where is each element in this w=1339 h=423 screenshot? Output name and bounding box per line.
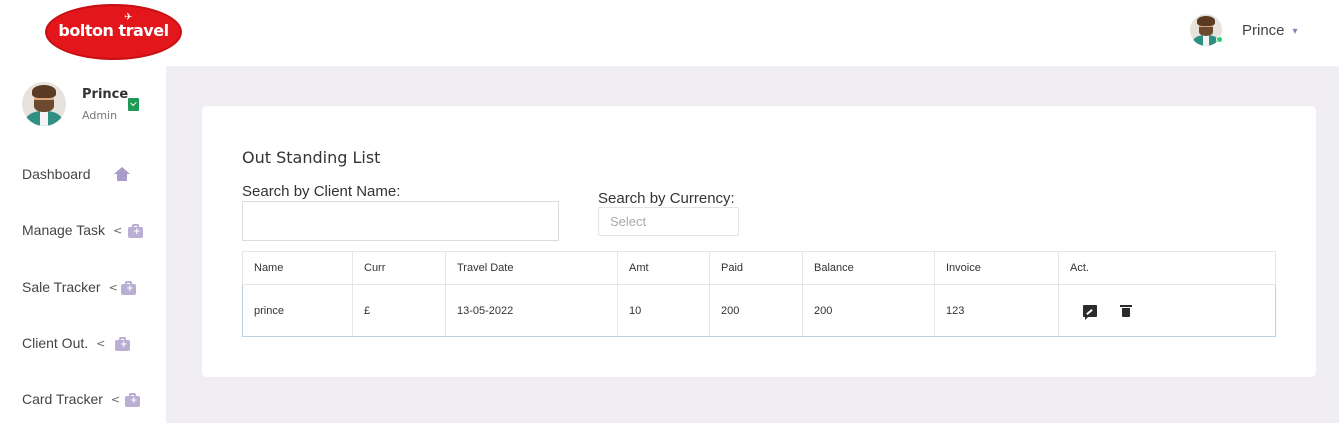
cell-amt: 10 [617, 284, 710, 337]
brand-logo[interactable]: ✈ bolton travel [45, 4, 182, 60]
home-icon [114, 167, 130, 181]
sidebar-avatar [22, 82, 66, 126]
column-header-invoice: Invoice [934, 251, 1059, 285]
edit-comment-icon[interactable] [1083, 304, 1097, 320]
column-header-paid: Paid [709, 251, 803, 285]
top-bar: ✈ bolton travel Prince ▾ [0, 0, 1339, 66]
sidebar-item-dashboard[interactable]: Dashboard [22, 162, 130, 186]
trash-icon[interactable] [1120, 304, 1132, 317]
sidebar-user-role: Admin [82, 109, 118, 122]
sidebar-item-label: Dashboard [22, 166, 91, 182]
cell-paid: 200 [709, 284, 803, 337]
avatar-image [22, 82, 66, 126]
currency-select[interactable]: Select [598, 207, 739, 236]
column-header-name: Name [242, 251, 353, 285]
briefcase-icon: + [115, 337, 131, 351]
sidebar-item-label: Manage Task [22, 222, 106, 238]
column-header-amt: Amt [617, 251, 710, 285]
sidebar-item-card-tracker[interactable]: Card Tracker < + [22, 387, 140, 411]
briefcase-icon: + [121, 281, 137, 295]
logo-text: bolton travel [58, 21, 169, 40]
sidebar-item-manage-task[interactable]: Manage Task < + [22, 218, 143, 242]
cell-name: prince [242, 284, 353, 337]
sidebar-item-label: Client Out. [22, 335, 89, 351]
avatar[interactable] [1190, 14, 1223, 46]
chevron-left-icon: < [113, 223, 123, 237]
column-header-travel-date: Travel Date [445, 251, 618, 285]
table-row: prince £ 13-05-2022 10 200 200 123 [242, 284, 1276, 337]
sidebar-item-label: Card Tracker [22, 391, 103, 407]
cell-travel-date: 13-05-2022 [445, 284, 618, 337]
outstanding-table: Name Curr Travel Date Amt Paid Balance I… [242, 251, 1276, 337]
sidebar-item-label: Sale Tracker [22, 279, 101, 295]
chevron-left-icon: < [108, 280, 118, 294]
cell-balance: 200 [802, 284, 935, 337]
sidebar-item-client-out[interactable]: Client Out. < + [22, 331, 130, 355]
column-header-balance: Balance [802, 251, 935, 285]
main-content: Out Standing List Search by Client Name:… [166, 66, 1339, 423]
cell-actions [1058, 284, 1276, 337]
column-header-actions: Act. [1058, 251, 1276, 285]
briefcase-icon: + [128, 224, 144, 238]
chevron-down-icon[interactable]: ▾ [1293, 26, 1298, 37]
chevron-left-icon: < [110, 392, 121, 406]
chevron-left-icon: < [96, 336, 106, 350]
verified-badge-icon [128, 98, 139, 111]
sidebar-user-name: Prince [82, 87, 129, 102]
search-client-label: Search by Client Name: [242, 183, 401, 200]
table-header-row: Name Curr Travel Date Amt Paid Balance I… [242, 251, 1276, 285]
cell-curr: £ [352, 284, 446, 337]
outstanding-card: Out Standing List Search by Client Name:… [202, 106, 1316, 377]
header-user-name[interactable]: Prince [1242, 22, 1285, 39]
cell-invoice: 123 [934, 284, 1059, 337]
column-header-curr: Curr [352, 251, 446, 285]
search-client-input[interactable] [242, 201, 559, 241]
sidebar: Prince Admin Dashboard Manage Task < + S… [0, 66, 166, 423]
online-status-dot [1216, 36, 1223, 43]
briefcase-icon: + [125, 393, 141, 407]
user-menu[interactable]: Prince ▾ [1190, 14, 1298, 46]
search-currency-label: Search by Currency: [598, 190, 735, 207]
sidebar-item-sale-tracker[interactable]: Sale Tracker < + [22, 275, 136, 299]
page-title: Out Standing List [242, 148, 381, 167]
